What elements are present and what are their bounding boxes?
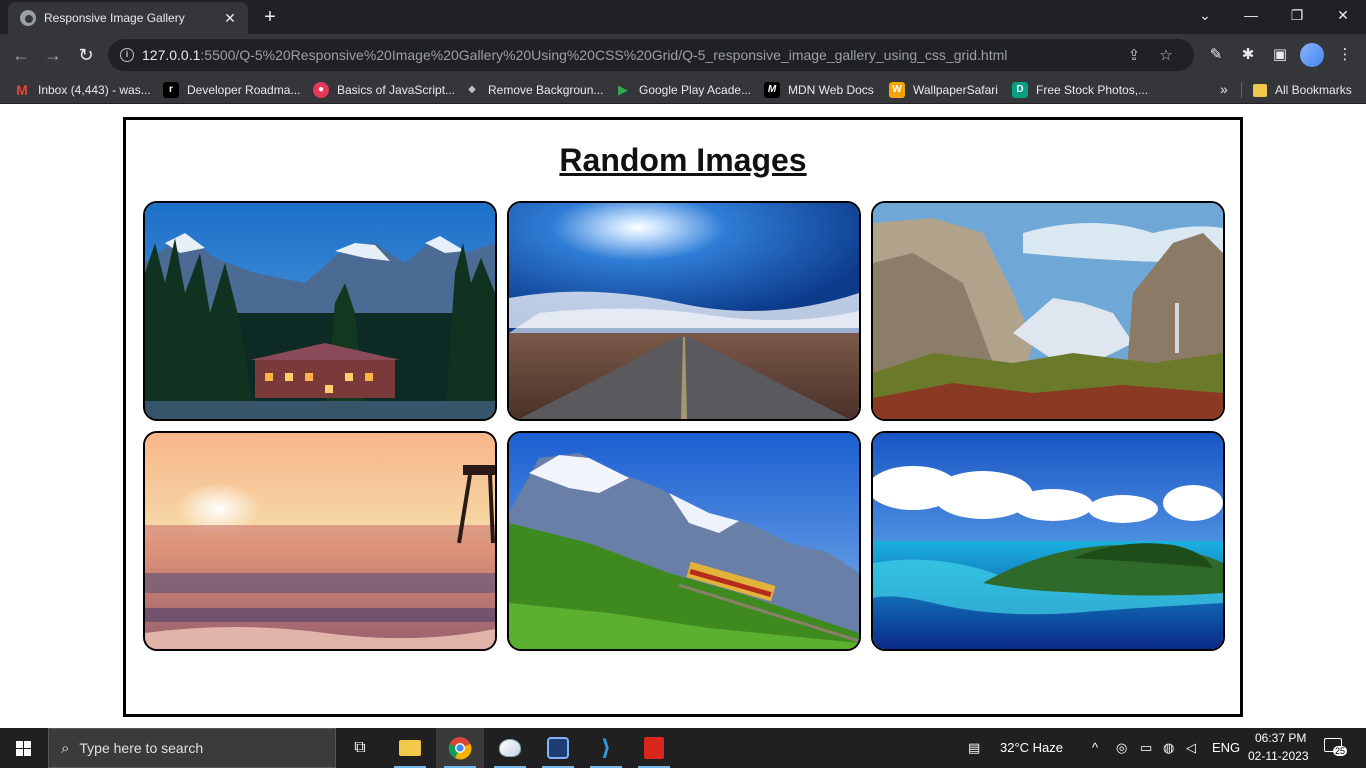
url-text[interactable]: 127.0.0.1:5500/Q-5%20Responsive%20Image%… xyxy=(142,47,1118,63)
stock-photos-icon: D xyxy=(1012,82,1028,98)
page-title: Random Images xyxy=(559,142,807,178)
notification-count-badge: 25 xyxy=(1333,746,1348,756)
site-info-icon[interactable]: i xyxy=(120,48,134,62)
mountain-lodge-image[interactable] xyxy=(143,201,497,421)
more-bookmarks-chevron-icon[interactable]: » xyxy=(1220,81,1228,97)
taskbar-search-box[interactable]: ⌕ Type here to search xyxy=(48,728,336,768)
restore-button[interactable]: ❐ xyxy=(1274,0,1320,30)
bookmark-label: Remove Backgroun... xyxy=(488,83,604,97)
clock-date[interactable]: 02-11-2023 xyxy=(1248,749,1309,763)
menu-dots-icon[interactable]: ⋮ xyxy=(1332,42,1358,68)
yosemite-valley-image[interactable] xyxy=(871,201,1225,421)
meet-now-icon[interactable]: ◎ xyxy=(1116,740,1127,756)
mdn-icon: M xyxy=(764,82,780,98)
volume-icon[interactable]: ◁ xyxy=(1186,740,1196,756)
url-host: 127.0.0.1 xyxy=(142,47,201,63)
tab-search-chevron-icon[interactable]: ⌄ xyxy=(1182,0,1228,30)
address-bar[interactable]: i 127.0.0.1:5500/Q-5%20Responsive%20Imag… xyxy=(108,39,1194,71)
language-indicator[interactable]: ENG xyxy=(1212,740,1240,755)
extensions-puzzle-icon[interactable]: ✱ xyxy=(1235,42,1261,68)
new-tab-button[interactable]: + xyxy=(258,6,282,30)
task-view-icon[interactable]: ⧉ xyxy=(336,728,384,768)
acrobat-reader-icon[interactable] xyxy=(630,728,678,768)
tab-title: Responsive Image Gallery xyxy=(44,11,185,25)
bookmark-item[interactable]: W WallpaperSafari xyxy=(889,81,998,99)
search-placeholder: Type here to search xyxy=(79,740,204,756)
folder-icon xyxy=(1253,83,1267,97)
bookmark-item[interactable]: r Developer Roadma... xyxy=(163,81,300,99)
battery-icon[interactable]: ▭ xyxy=(1140,740,1152,756)
google-play-icon: ▶ xyxy=(618,82,628,97)
all-bookmarks-label: All Bookmarks xyxy=(1275,83,1352,97)
windows-logo-icon xyxy=(16,741,31,756)
file-explorer-icon[interactable] xyxy=(386,728,434,768)
reload-button[interactable]: ↻ xyxy=(73,42,99,68)
forward-button[interactable]: → xyxy=(40,42,66,68)
bookmarks-bar: M Inbox (4,443) - was... r Developer Roa… xyxy=(0,76,1366,104)
bookmark-label: WallpaperSafari xyxy=(913,83,998,97)
show-hidden-icons-chevron[interactable]: ^ xyxy=(1092,740,1098,755)
minimize-button[interactable]: — xyxy=(1228,0,1274,30)
tab-strip: Responsive Image Gallery ✕ + ⌄ — ❐ ✕ xyxy=(0,0,1366,34)
browser-toolbar: ← → ↻ i 127.0.0.1:5500/Q-5%20Responsive%… xyxy=(0,34,1366,76)
share-icon[interactable]: ⇪ xyxy=(1118,46,1150,64)
globe-icon xyxy=(20,10,36,26)
tropical-island-image[interactable] xyxy=(871,431,1225,651)
all-bookmarks-folder[interactable]: All Bookmarks xyxy=(1253,81,1352,99)
gmail-icon: M xyxy=(16,82,28,98)
close-window-button[interactable]: ✕ xyxy=(1320,0,1366,30)
bookmark-label: Basics of JavaScript... xyxy=(337,83,456,97)
side-panel-icon[interactable]: ▣ xyxy=(1267,42,1293,68)
media-player-icon[interactable] xyxy=(534,728,582,768)
clock-time[interactable]: 06:37 PM xyxy=(1255,731,1306,745)
bookmark-item[interactable]: ▶ Google Play Acade... xyxy=(615,81,751,99)
page-viewport: Random Images xyxy=(0,105,1366,728)
notification-center-icon[interactable]: 25 xyxy=(1324,738,1348,756)
vscode-icon[interactable]: ⟩ xyxy=(582,728,630,768)
weather-text[interactable]: 32°C Haze xyxy=(1000,740,1063,755)
gallery-container: Random Images xyxy=(123,117,1243,717)
image-grid xyxy=(143,201,1225,651)
eyedropper-extension-icon[interactable]: ✎ xyxy=(1203,42,1229,68)
network-globe-icon[interactable]: ◍ xyxy=(1163,740,1174,756)
profile-avatar[interactable] xyxy=(1300,43,1324,67)
desert-road-image[interactable] xyxy=(507,201,861,421)
tab-active[interactable]: Responsive Image Gallery ✕ xyxy=(8,2,248,34)
bookmark-item[interactable]: ● Basics of JavaScript... xyxy=(313,81,455,99)
windows-taskbar: ⌕ Type here to search ⧉ ⟩ ▤ 32°C Haze ^ … xyxy=(0,728,1366,768)
bookmark-item[interactable]: M MDN Web Docs xyxy=(764,81,874,99)
chrome-icon[interactable] xyxy=(436,728,484,768)
wallpapersafari-icon: W xyxy=(889,82,905,98)
bookmark-star-icon[interactable]: ☆ xyxy=(1150,46,1182,64)
roadmap-icon: r xyxy=(163,82,179,98)
paint-icon[interactable] xyxy=(486,728,534,768)
search-icon: ⌕ xyxy=(61,739,70,757)
tab-close-icon[interactable]: ✕ xyxy=(222,10,238,27)
back-button[interactable]: ← xyxy=(8,42,34,68)
bookmarks-divider xyxy=(1241,82,1242,98)
bookmark-item[interactable]: ◆ Remove Backgroun... xyxy=(464,81,603,99)
removebg-icon: ◆ xyxy=(468,84,476,95)
bookmark-label: Inbox (4,443) - was... xyxy=(38,83,151,97)
bookmark-item[interactable]: D Free Stock Photos,... xyxy=(1012,81,1148,99)
url-path: :5500/Q-5%20Responsive%20Image%20Gallery… xyxy=(200,47,1008,63)
bookmark-label: Google Play Acade... xyxy=(639,83,752,97)
bookmark-item[interactable]: M Inbox (4,443) - was... xyxy=(14,81,151,99)
bookmark-label: Free Stock Photos,... xyxy=(1036,83,1149,97)
js-course-icon: ● xyxy=(313,82,329,98)
start-button[interactable] xyxy=(0,728,48,768)
alpine-train-image[interactable] xyxy=(507,431,861,651)
weather-icon[interactable]: ▤ xyxy=(968,740,980,756)
bookmark-label: Developer Roadma... xyxy=(187,83,301,97)
sunset-beach-image[interactable] xyxy=(143,431,497,651)
bookmark-label: MDN Web Docs xyxy=(788,83,874,97)
